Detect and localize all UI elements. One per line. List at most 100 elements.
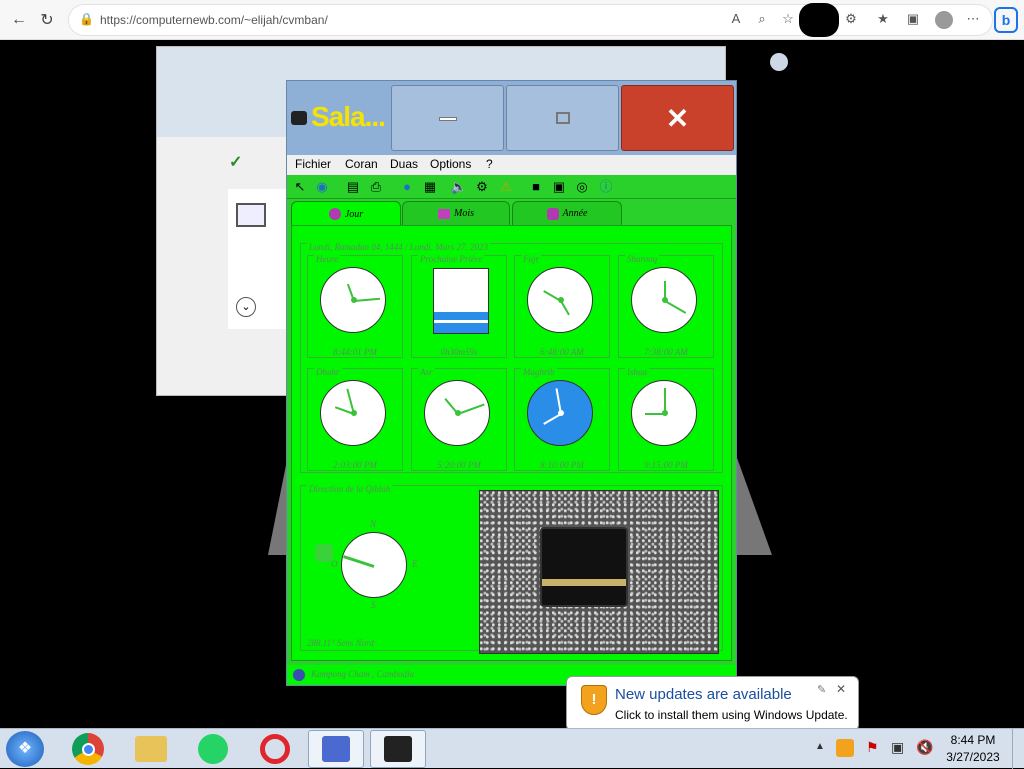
taskbar-explorer[interactable] bbox=[123, 730, 179, 768]
chevron-down-icon[interactable]: ⌄ bbox=[236, 297, 256, 317]
background-window-heading: ✓ bbox=[229, 141, 242, 175]
menu-options[interactable]: Options bbox=[430, 157, 471, 171]
taskbar-chrome[interactable] bbox=[60, 730, 116, 768]
document-icon[interactable]: ▤ bbox=[344, 178, 362, 196]
warning-icon[interactable]: ⚠ bbox=[497, 178, 515, 196]
bing-icon[interactable]: b bbox=[994, 7, 1018, 33]
speaker-icon[interactable]: 🔈 bbox=[450, 178, 468, 196]
info-icon[interactable]: ⓘ bbox=[597, 178, 615, 196]
compass-s: S bbox=[371, 600, 376, 610]
toolbar: ↖ ◉ ▤ ⎙ ● ▦ 🔈 ⚙ ⚠ ■ ▣ ◎ ⓘ bbox=[287, 175, 736, 199]
kaaba-band bbox=[542, 579, 626, 586]
title-bar[interactable]: Sala... ✕ bbox=[287, 81, 736, 155]
tab-jour[interactable]: Jour bbox=[291, 201, 401, 226]
start-button[interactable]: ❖ bbox=[6, 731, 44, 767]
kaaba-app-icon bbox=[384, 736, 412, 762]
taskbar-checker[interactable] bbox=[308, 730, 364, 768]
cursor-icon[interactable]: ↖ bbox=[291, 178, 309, 196]
camera-icon[interactable]: ▣ bbox=[550, 178, 568, 196]
clock-face bbox=[424, 380, 490, 446]
prayer-label: Ishaa bbox=[625, 367, 649, 377]
print-icon[interactable]: ⎙ bbox=[367, 178, 385, 196]
clock-face bbox=[527, 267, 593, 333]
prayer-cell: Ishaa 9:15:00 PM bbox=[618, 367, 714, 471]
volume-muted-icon[interactable]: 🔇 bbox=[916, 739, 933, 756]
back-icon[interactable]: ← bbox=[6, 7, 32, 33]
maximize-button[interactable] bbox=[506, 85, 619, 151]
collections-icon[interactable]: ▣ bbox=[904, 11, 922, 27]
close-button[interactable]: ✕ bbox=[621, 85, 734, 151]
chrome-icon bbox=[72, 733, 104, 765]
close-icon: ✕ bbox=[665, 103, 690, 134]
network-icon[interactable]: ▣ bbox=[891, 739, 904, 756]
minimize-button[interactable] bbox=[391, 85, 504, 151]
tab-mois-label: Mois bbox=[454, 208, 474, 219]
refresh-icon[interactable]: ↻ bbox=[34, 7, 60, 33]
annee-icon bbox=[546, 207, 559, 220]
settings-icon[interactable]: ⚙ bbox=[473, 178, 491, 196]
tab-annee[interactable]: Année bbox=[512, 201, 622, 225]
qibla-bearing: 288.11° Sens Nord bbox=[307, 638, 374, 648]
taskbar-opera[interactable] bbox=[247, 730, 303, 768]
cd-icon[interactable]: ◎ bbox=[573, 178, 591, 196]
prayer-label: Asr bbox=[418, 367, 435, 377]
show-desktop-button[interactable] bbox=[1012, 729, 1024, 769]
clock-date[interactable]: 3/27/2023 bbox=[940, 750, 1006, 764]
tab-annee-label: Année bbox=[562, 208, 588, 219]
menu-fichier[interactable]: Fichier bbox=[295, 157, 331, 171]
qibla-label: Direction de la Qiblah bbox=[307, 484, 393, 494]
clock-time[interactable]: 8:44 PM bbox=[940, 733, 1006, 747]
bg-shape-left bbox=[268, 455, 288, 555]
app-title: Sala... bbox=[311, 101, 386, 132]
update-tray-icon[interactable] bbox=[836, 739, 854, 757]
clock-face bbox=[320, 267, 386, 333]
clock-face bbox=[631, 267, 697, 333]
clock-face bbox=[631, 380, 697, 446]
menu-bar: Fichier Coran Duas Options ? bbox=[287, 155, 736, 175]
next-prayer-progress bbox=[433, 268, 489, 334]
qibla-group: Direction de la Qiblah N S E O 288.11° S… bbox=[300, 484, 723, 654]
tray-expand-icon[interactable]: ▲ bbox=[815, 741, 825, 752]
taskbar: ❖ ▲ ⚑ ▣ 🔇 8:44 PM 3/27/2023 bbox=[0, 728, 1024, 769]
pin-icon[interactable]: ✎ bbox=[817, 683, 826, 696]
checklist-icon bbox=[322, 736, 350, 762]
favorite-add-icon[interactable]: ☆ bbox=[779, 11, 797, 27]
more-icon[interactable]: ⋯ bbox=[964, 11, 982, 27]
salat-app-window[interactable]: Sala... ✕ Fichier Coran Duas Options ? ↖… bbox=[286, 80, 737, 686]
calculator-icon[interactable]: ▦ bbox=[421, 178, 439, 196]
menu-duas[interactable]: Duas bbox=[390, 157, 418, 171]
folder-icon bbox=[135, 736, 167, 762]
menu-coran[interactable]: Coran bbox=[345, 157, 378, 171]
extensions-icon[interactable]: ⚙ bbox=[842, 11, 860, 27]
globe-icon bbox=[770, 53, 788, 71]
prayer-label: Maghrib bbox=[521, 367, 557, 377]
clock-hand bbox=[353, 297, 380, 302]
prayer-label: Prochaine Prière bbox=[418, 254, 485, 264]
prayer-cell: Prochaine Prière 0h30m59s bbox=[411, 254, 507, 358]
action-center-icon[interactable]: ⚑ bbox=[866, 739, 879, 756]
menu-help[interactable]: ? bbox=[486, 157, 493, 171]
zoom-icon[interactable]: ⌕ bbox=[753, 11, 771, 27]
jour-icon bbox=[328, 208, 341, 220]
prayer-time: 8:10:00 PM bbox=[540, 460, 584, 470]
notification-close-icon[interactable]: ✕ bbox=[836, 682, 846, 696]
world-icon[interactable]: ● bbox=[398, 178, 416, 196]
update-notification[interactable]: ! New updates are available Click to ins… bbox=[566, 676, 859, 731]
taskbar-salat[interactable] bbox=[370, 730, 426, 768]
prayer-cell: Maghrib 8:10:00 PM bbox=[514, 367, 610, 471]
day-panel: Lundi, Ramadan 04, 1444 / Lundi, Mars 27… bbox=[291, 225, 732, 661]
read-aloud-icon[interactable]: A bbox=[727, 11, 745, 26]
prayer-cell: Dhuhr 2:03:00 PM bbox=[307, 367, 403, 471]
profile-avatar[interactable] bbox=[935, 11, 953, 29]
kaaba-icon[interactable]: ■ bbox=[527, 178, 545, 196]
shield-warning-icon: ! bbox=[581, 685, 607, 715]
prayer-label: Dhuhr bbox=[314, 367, 342, 377]
prayer-time: 6:48:00 AM bbox=[540, 347, 584, 357]
address-bar[interactable]: 🔒 https://computernewb.com/~elijah/cvmba… bbox=[68, 3, 993, 37]
opera-icon bbox=[260, 734, 290, 764]
tab-mois[interactable]: Mois bbox=[402, 201, 510, 225]
tab-jour-label: Jour bbox=[344, 208, 364, 220]
globe-book-icon[interactable]: ◉ bbox=[313, 178, 331, 196]
favorites-icon[interactable]: ★ bbox=[874, 11, 892, 27]
taskbar-whatsapp[interactable] bbox=[185, 730, 241, 768]
